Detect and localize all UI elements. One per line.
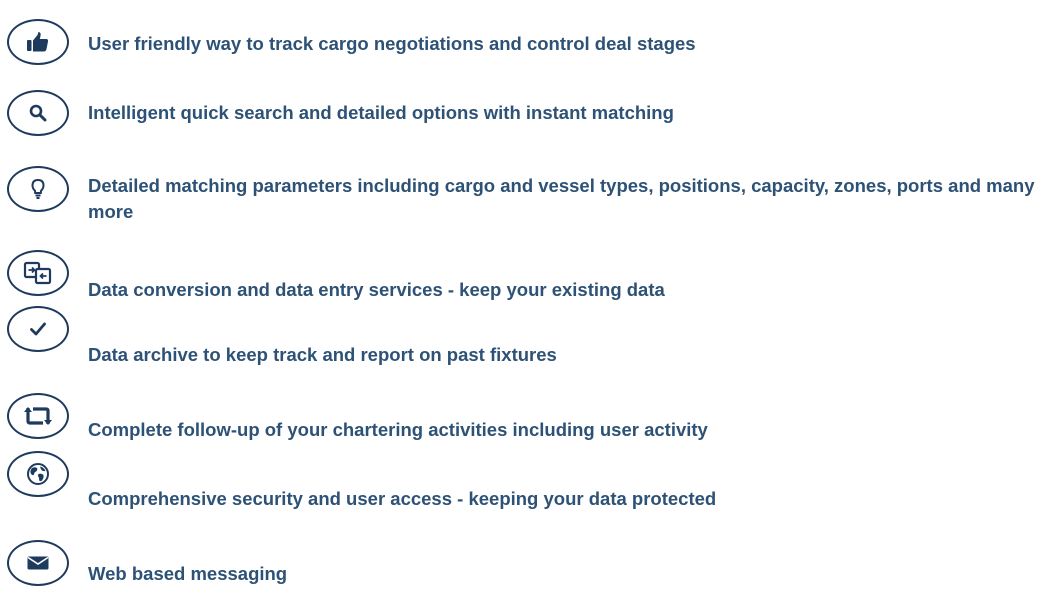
feature-text: Data archive to keep track and report on… <box>88 344 557 365</box>
feature-text: Intelligent quick search and detailed op… <box>88 102 674 123</box>
envelope-icon <box>7 540 69 586</box>
lightbulb-icon <box>7 166 69 212</box>
thumbs-up-icon <box>7 19 69 65</box>
feature-list: User friendly way to track cargo negotia… <box>0 0 1051 589</box>
search-icon <box>7 90 69 136</box>
data-conversion-icon <box>7 250 69 296</box>
feature-text: Complete follow-up of your chartering ac… <box>88 419 708 440</box>
feature-text: User friendly way to track cargo negotia… <box>88 33 696 54</box>
feature-text: Data conversion and data entry services … <box>88 279 665 300</box>
feature-text: Detailed matching parameters including c… <box>88 175 1035 222</box>
feature-text: Web based messaging <box>88 563 288 584</box>
globe-icon <box>7 451 69 497</box>
feature-text: Comprehensive security and user access -… <box>88 488 717 509</box>
retweet-icon <box>7 393 69 439</box>
checkmark-icon <box>7 306 69 352</box>
